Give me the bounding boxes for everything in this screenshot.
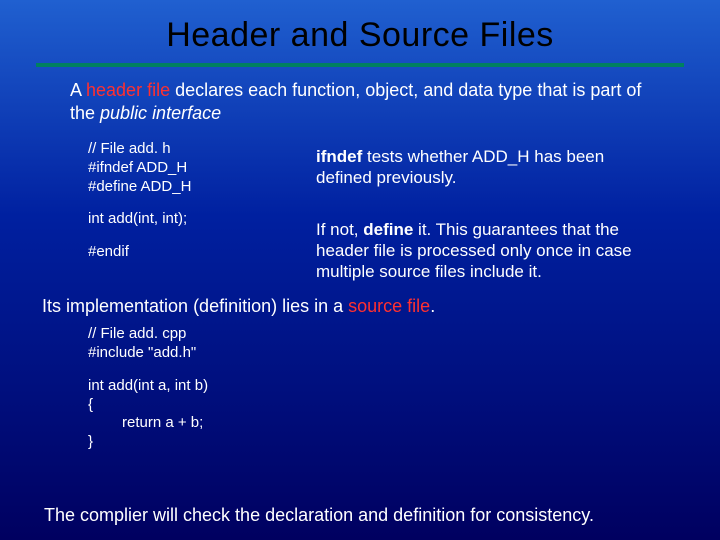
middle-red-term: source file <box>348 296 430 316</box>
code-endif: #endif <box>88 243 288 262</box>
intro-emphasis: public interface <box>100 103 221 123</box>
code-decl: int add(int, int); <box>88 210 288 229</box>
middle-prefix: Its implementation (definition) lies in … <box>42 296 348 316</box>
intro-red-term: header file <box>86 80 170 100</box>
middle-text: Its implementation (definition) lies in … <box>42 296 664 317</box>
code-ifndef: #ifndef ADD_H <box>88 159 288 178</box>
code-sig: int add(int a, int b) <box>88 377 664 396</box>
header-code-block: // File add. h #ifndef ADD_H #define ADD… <box>88 140 288 262</box>
desc-ifndef: ifndef tests whether ADD_H has been defi… <box>316 146 664 189</box>
code-spacer <box>88 196 288 210</box>
header-code-row: // File add. h #ifndef ADD_H #define ADD… <box>88 140 664 282</box>
desc-bold-term: ifndef <box>316 147 362 166</box>
title-divider <box>36 63 684 67</box>
desc-bold-term: define <box>363 220 413 239</box>
code-spacer <box>88 363 664 377</box>
middle-suffix: . <box>430 296 435 316</box>
code-comment: // File add. h <box>88 140 288 159</box>
code-spacer <box>88 229 288 243</box>
desc-prefix: If not, <box>316 220 363 239</box>
code-return: return a + b; <box>122 414 664 433</box>
footer-text: The complier will check the declaration … <box>0 505 720 526</box>
code-comment: // File add. cpp <box>88 325 664 344</box>
code-open-brace: { <box>88 396 664 415</box>
code-include: #include "add.h" <box>88 344 664 363</box>
slide-body: A header file declares each function, ob… <box>0 79 720 452</box>
code-define: #define ADD_H <box>88 178 288 197</box>
code-close-brace: } <box>88 433 664 452</box>
intro-text: A header file declares each function, ob… <box>70 79 664 124</box>
source-code-block: // File add. cpp #include "add.h" int ad… <box>88 325 664 452</box>
desc-define: If not, define it. This guarantees that … <box>316 219 664 283</box>
header-desc-block: ifndef tests whether ADD_H has been defi… <box>316 140 664 282</box>
intro-prefix: A <box>70 80 86 100</box>
slide-title: Header and Source Files <box>0 0 720 55</box>
